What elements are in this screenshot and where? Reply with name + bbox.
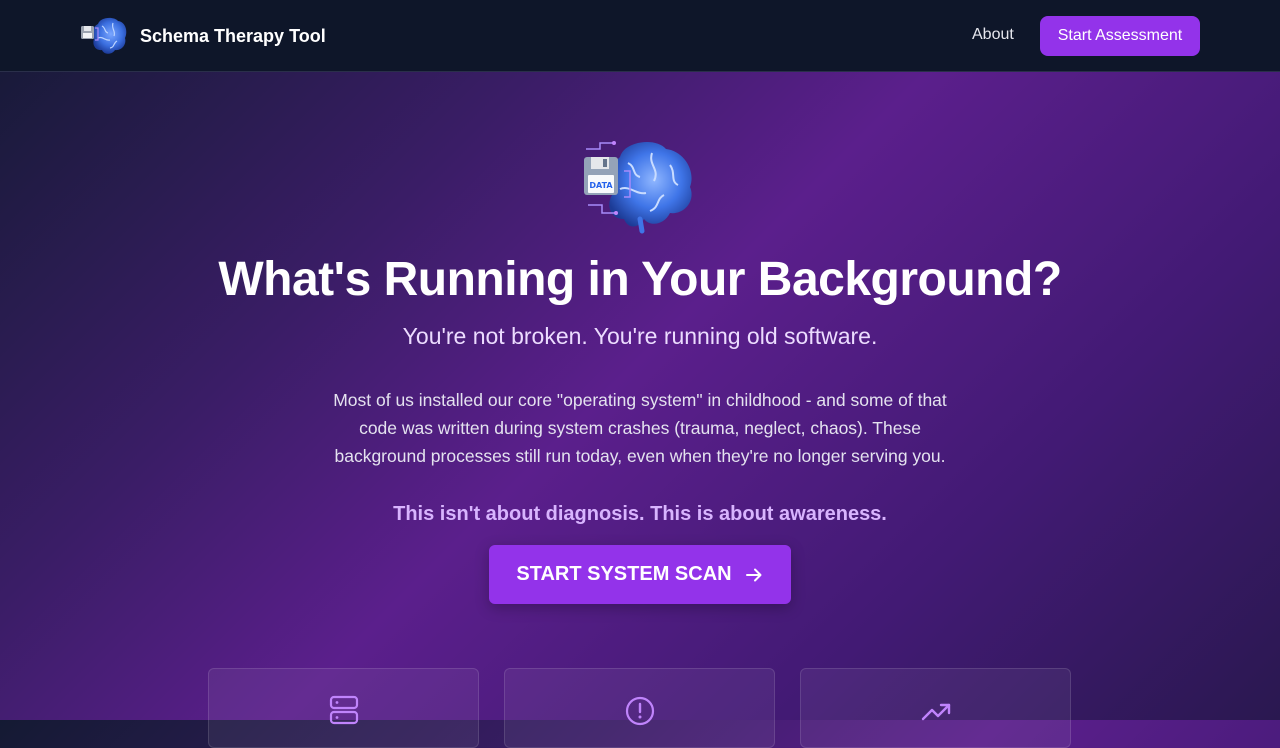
alert-circle-icon (625, 696, 655, 726)
brand[interactable]: Schema Therapy Tool (80, 14, 326, 58)
hero-title: What's Running in Your Background? (218, 253, 1062, 306)
hero-note: This isn't about diagnosis. This is abou… (393, 503, 887, 525)
scan-button-label: START SYSTEM SCAN (516, 563, 732, 585)
feature-card-growth (800, 668, 1071, 748)
feature-card-system-alerts (504, 668, 775, 748)
top-navbar: Schema Therapy Tool About Start Assessme… (0, 0, 1280, 72)
hero-description: Most of us installed our core "operating… (333, 390, 947, 466)
start-assessment-button[interactable]: Start Assessment (1040, 16, 1200, 56)
hero-subtitle: You're not broken. You're running old so… (402, 323, 878, 349)
logo-data-label: DATA (589, 181, 613, 190)
start-system-scan-button[interactable]: START SYSTEM SCAN (489, 545, 791, 604)
brain-data-logo-icon: DATA (580, 135, 700, 235)
app-title: Schema Therapy Tool (140, 25, 326, 46)
arrow-right-icon (745, 568, 762, 581)
server-icon (329, 695, 359, 725)
feature-card-background-processes (208, 668, 479, 748)
about-link[interactable]: About (972, 26, 1014, 44)
brain-logo-icon (80, 14, 128, 58)
trending-up-icon (921, 703, 951, 721)
